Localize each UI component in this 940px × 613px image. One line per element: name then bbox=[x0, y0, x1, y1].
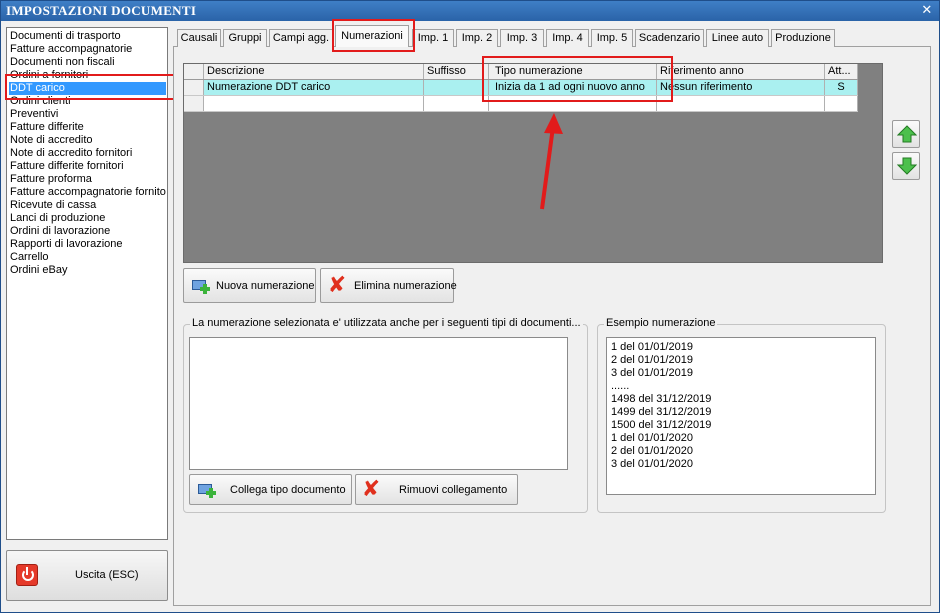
exit-button[interactable]: Uscita (ESC) bbox=[6, 550, 168, 601]
window-title-bar: IMPOSTAZIONI DOCUMENTI ✕ bbox=[1, 1, 939, 21]
list-item[interactable]: Carrello bbox=[10, 251, 49, 264]
exit-button-label: Uscita (ESC) bbox=[75, 569, 139, 581]
list-item[interactable]: Ricevute di cassa bbox=[10, 199, 96, 212]
example-line: 2 del 01/01/2019 bbox=[611, 354, 693, 366]
row-selector-header bbox=[184, 64, 204, 79]
row-selector[interactable] bbox=[184, 80, 204, 95]
annotation-arrow-icon bbox=[540, 113, 563, 210]
example-line: 1 del 01/01/2020 bbox=[611, 432, 693, 444]
tab-linee-auto[interactable]: Linee auto bbox=[706, 29, 769, 47]
table-cell[interactable] bbox=[424, 96, 489, 111]
annotation-highlight-box bbox=[332, 19, 415, 52]
close-icon[interactable]: ✕ bbox=[919, 3, 935, 18]
remove-link-button[interactable]: ✘ Rimuovi collegamento bbox=[355, 474, 518, 505]
arrow-up-icon bbox=[897, 125, 917, 143]
table-cell[interactable]: Numerazione DDT carico bbox=[204, 80, 424, 95]
annotation-highlight-box bbox=[482, 56, 673, 102]
tab-imp-2[interactable]: Imp. 2 bbox=[456, 29, 498, 47]
example-line: 1500 del 31/12/2019 bbox=[611, 419, 712, 431]
list-item[interactable]: Note di accredito fornitori bbox=[10, 147, 132, 160]
example-line: 2 del 01/01/2020 bbox=[611, 445, 693, 457]
column-header[interactable]: Riferimento anno bbox=[657, 64, 825, 79]
annotation-highlight-box bbox=[5, 74, 176, 100]
example-line: ...... bbox=[611, 380, 630, 392]
tab-imp-3[interactable]: Imp. 3 bbox=[500, 29, 544, 47]
delete-x-icon: ✘ bbox=[327, 273, 347, 298]
window-title: IMPOSTAZIONI DOCUMENTI bbox=[6, 3, 197, 18]
column-header[interactable]: Suffisso bbox=[424, 64, 489, 79]
example-line: 3 del 01/01/2020 bbox=[611, 458, 693, 470]
delete-x-icon: ✘ bbox=[361, 477, 381, 502]
list-item[interactable]: Fatture differite bbox=[10, 121, 84, 134]
column-header[interactable]: Att... bbox=[825, 64, 858, 79]
new-numbering-button[interactable]: Nuova numerazione bbox=[183, 268, 316, 303]
list-item[interactable]: Fatture accompagnatorie fornito bbox=[10, 186, 166, 199]
list-item[interactable]: Documenti di trasporto bbox=[10, 30, 121, 43]
linked-documents-list[interactable] bbox=[189, 337, 568, 470]
remove-link-label: Rimuovi collegamento bbox=[399, 483, 508, 496]
add-document-icon bbox=[198, 482, 216, 498]
settings-window: IMPOSTAZIONI DOCUMENTI ✕ Documenti di tr… bbox=[0, 0, 940, 613]
tab-produzione[interactable]: Produzione bbox=[771, 29, 835, 47]
new-numbering-label: Nuova numerazione bbox=[216, 279, 315, 292]
table-cell[interactable] bbox=[204, 96, 424, 111]
linked-documents-legend: La numerazione selezionata e' utilizzata… bbox=[190, 317, 583, 329]
table-cell[interactable] bbox=[657, 96, 825, 111]
list-item[interactable]: Preventivi bbox=[10, 108, 58, 121]
tab-imp-5[interactable]: Imp. 5 bbox=[591, 29, 633, 47]
tab-scadenzario[interactable]: Scadenzario bbox=[635, 29, 704, 47]
table-cell[interactable]: S bbox=[825, 80, 858, 95]
tab-gruppi[interactable]: Gruppi bbox=[223, 29, 267, 47]
move-down-button[interactable] bbox=[892, 152, 920, 180]
arrow-down-icon bbox=[897, 157, 917, 175]
list-item[interactable]: Rapporti di lavorazione bbox=[10, 238, 123, 251]
table-cell[interactable] bbox=[825, 96, 858, 111]
delete-numbering-button[interactable]: ✘ Elimina numerazione bbox=[320, 268, 457, 303]
table-cell[interactable]: Nessun riferimento bbox=[657, 80, 825, 95]
example-line: 1498 del 31/12/2019 bbox=[611, 393, 712, 405]
tab-causali[interactable]: Causali bbox=[177, 29, 221, 47]
list-item[interactable]: Fatture differite fornitori bbox=[10, 160, 124, 173]
column-header[interactable]: Descrizione bbox=[204, 64, 424, 79]
row-selector[interactable] bbox=[184, 96, 204, 111]
link-document-type-label: Collega tipo documento bbox=[230, 483, 346, 496]
list-item[interactable]: Ordini eBay bbox=[10, 264, 67, 277]
tab-imp-4[interactable]: Imp. 4 bbox=[546, 29, 589, 47]
link-document-type-button[interactable]: Collega tipo documento bbox=[189, 474, 352, 505]
example-line: 3 del 01/01/2019 bbox=[611, 367, 693, 379]
document-type-list[interactable]: Documenti di trasporto Fatture accompagn… bbox=[6, 27, 168, 540]
tab-imp-1[interactable]: Imp. 1 bbox=[412, 29, 454, 47]
example-numbering-legend: Esempio numerazione bbox=[604, 317, 718, 329]
list-item[interactable]: Documenti non fiscali bbox=[10, 56, 115, 69]
list-item[interactable]: Fatture accompagnatorie bbox=[10, 43, 132, 56]
tab-campi-agg[interactable]: Campi agg. bbox=[269, 29, 333, 47]
list-item[interactable]: Note di accredito bbox=[10, 134, 93, 147]
list-item[interactable]: Lanci di produzione bbox=[10, 212, 105, 225]
move-up-button[interactable] bbox=[892, 120, 920, 148]
table-cell[interactable] bbox=[424, 80, 489, 95]
example-line: 1499 del 31/12/2019 bbox=[611, 406, 712, 418]
example-line: 1 del 01/01/2019 bbox=[611, 341, 693, 353]
example-numbering-list: 1 del 01/01/2019 2 del 01/01/2019 3 del … bbox=[606, 337, 876, 495]
list-item[interactable]: Fatture proforma bbox=[10, 173, 92, 186]
power-icon bbox=[16, 564, 38, 586]
list-item[interactable]: Ordini di lavorazione bbox=[10, 225, 110, 238]
delete-numbering-label: Elimina numerazione bbox=[354, 279, 457, 292]
add-document-icon bbox=[192, 278, 210, 294]
